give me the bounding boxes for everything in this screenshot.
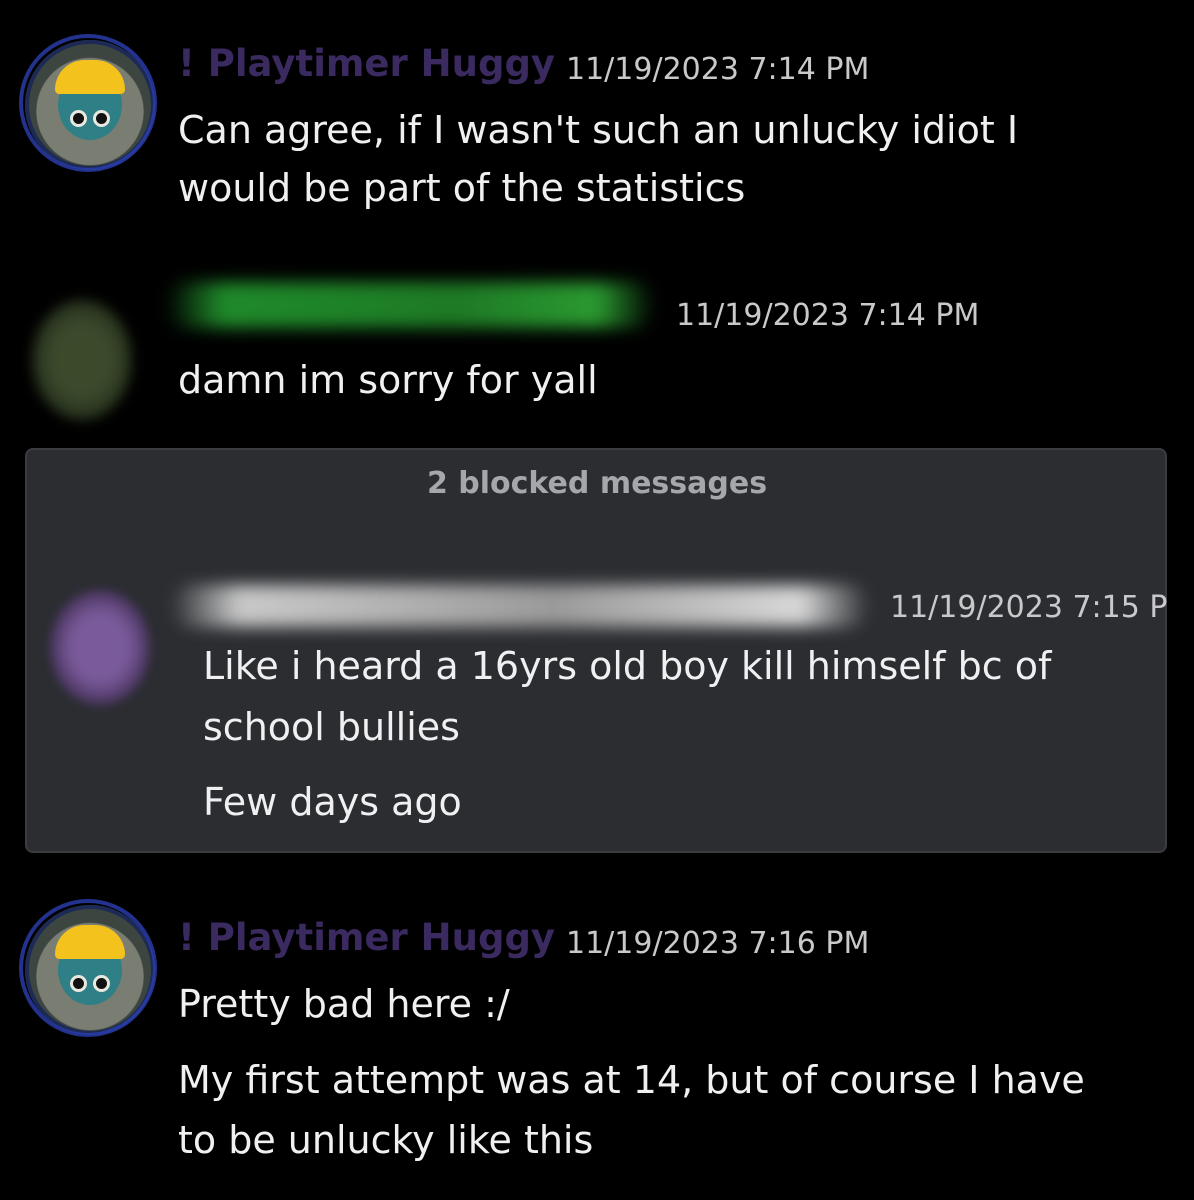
message-text-line: would be part of the statistics bbox=[178, 166, 746, 210]
message-timestamp: 11/19/2023 7:14 PM bbox=[676, 298, 980, 333]
message-text-line: Few days ago bbox=[203, 780, 462, 824]
message-timestamp: 11/19/2023 7:15 PM bbox=[890, 590, 1167, 625]
redacted-author-name bbox=[165, 282, 655, 328]
avatar-eyes bbox=[70, 110, 110, 128]
avatar[interactable] bbox=[32, 300, 132, 420]
message-timestamp: 11/19/2023 7:16 PM bbox=[566, 926, 870, 961]
author-name[interactable]: ! Playtimer Huggy bbox=[178, 42, 555, 85]
redacted-author-name bbox=[170, 585, 870, 627]
avatar-eyes bbox=[70, 975, 110, 993]
message-text-line: to be unlucky like this bbox=[178, 1118, 594, 1162]
blocked-messages-label[interactable]: 2 blocked messages bbox=[0, 466, 1194, 501]
message-text-line: My first attempt was at 14, but of cours… bbox=[178, 1058, 1085, 1102]
message-text-line: damn im sorry for yall bbox=[178, 358, 598, 402]
message-text-line: school bullies bbox=[203, 705, 460, 749]
avatar[interactable] bbox=[19, 899, 157, 1037]
avatar[interactable] bbox=[19, 34, 157, 172]
author-name[interactable]: ! Playtimer Huggy bbox=[178, 916, 555, 959]
message-text-line: Pretty bad here :/ bbox=[178, 982, 510, 1026]
avatar[interactable] bbox=[50, 590, 150, 705]
message-text-line: Like i heard a 16yrs old boy kill himsel… bbox=[203, 644, 1052, 688]
message-timestamp: 11/19/2023 7:14 PM bbox=[566, 52, 870, 87]
message-text-line: Can agree, if I wasn't such an unlucky i… bbox=[178, 108, 1019, 152]
